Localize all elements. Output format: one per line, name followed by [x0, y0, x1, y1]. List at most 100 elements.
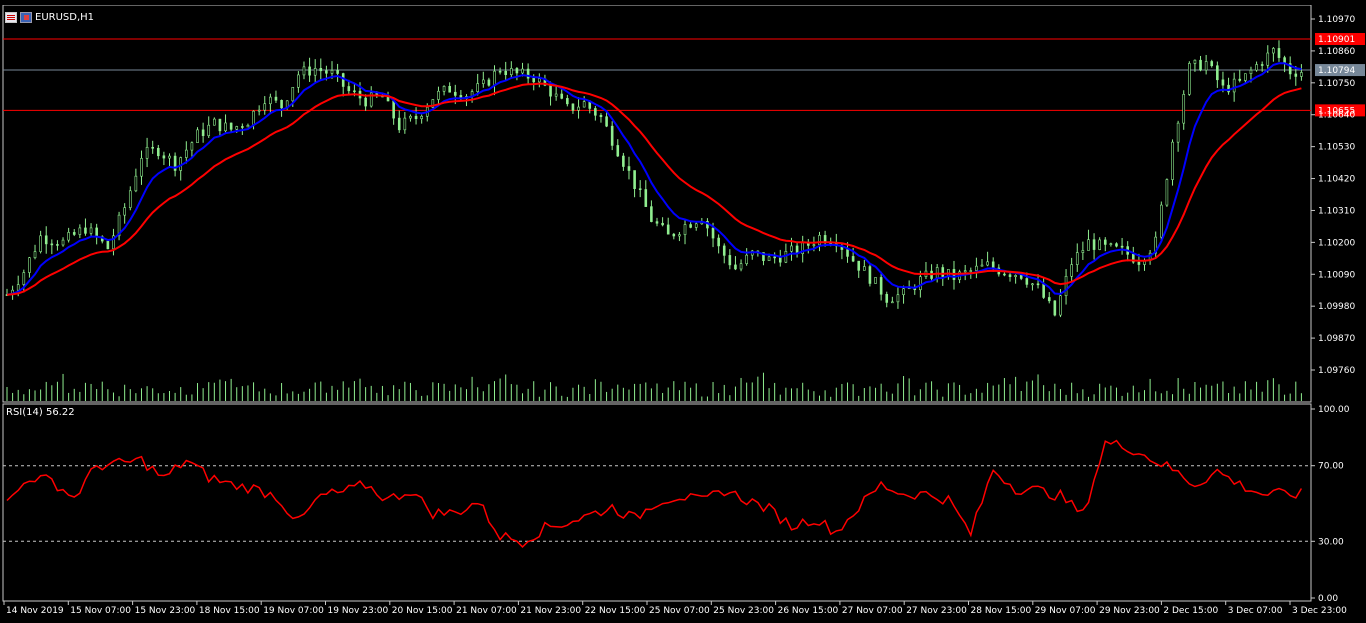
candle-body	[1277, 48, 1281, 58]
symbol-label: EURUSD,H1	[35, 11, 95, 23]
candle-body	[84, 227, 87, 234]
candle-body	[218, 118, 222, 132]
candle-body	[767, 256, 771, 261]
candle-body	[420, 115, 423, 120]
candle-body	[1294, 73, 1298, 77]
background	[0, 0, 1366, 623]
candle-body	[403, 117, 407, 131]
candle-body	[1266, 52, 1270, 66]
candle-body	[857, 260, 861, 271]
candle-body	[224, 122, 227, 132]
candle-body	[190, 142, 194, 151]
candle-body	[257, 109, 261, 112]
time-tick-label: 21 Nov 07:00	[456, 606, 517, 616]
candle-body	[622, 155, 625, 167]
candle-body	[1244, 73, 1247, 81]
candle-body	[554, 93, 558, 97]
candle-body	[1098, 239, 1101, 250]
candle-body	[1300, 72, 1303, 77]
price-tick-label: 1.10090	[1318, 270, 1355, 280]
candle-body	[1025, 278, 1029, 285]
candle-body	[728, 255, 732, 266]
candle-body	[123, 207, 126, 216]
candle-body	[397, 117, 401, 131]
chart-canvas[interactable]: 1.109011.107941.10655 1.109701.108601.10…	[0, 0, 1366, 623]
time-tick-label: 28 Nov 15:00	[971, 606, 1032, 616]
candle-body	[577, 106, 580, 111]
candle-body	[1272, 48, 1275, 54]
time-tick-label: 19 Nov 23:00	[328, 606, 389, 616]
candle-body	[392, 100, 395, 119]
candle-body	[980, 264, 984, 267]
chart-list-icon[interactable]	[5, 11, 17, 23]
candle-body	[891, 301, 894, 304]
time-tick-label: 3 Dec 07:00	[1228, 606, 1283, 616]
candle-body	[661, 222, 664, 226]
candle-body	[846, 249, 849, 257]
price-tick-label: 1.09760	[1318, 366, 1355, 376]
candle-body	[515, 68, 519, 74]
candle-body	[1103, 239, 1107, 245]
candle-body	[1036, 283, 1040, 286]
candle-body	[409, 115, 412, 119]
candle-body	[1255, 64, 1258, 71]
candle-body	[1165, 179, 1169, 206]
candle-body	[773, 256, 776, 259]
candle-body	[56, 244, 59, 246]
price-tick-label: 1.10200	[1318, 238, 1355, 248]
candle-body	[1109, 243, 1113, 245]
time-tick-label: 14 Nov 2019	[6, 606, 64, 616]
candle-body	[185, 149, 188, 158]
candle-body	[627, 166, 631, 171]
candle-body	[196, 129, 199, 143]
candle-body	[1188, 63, 1191, 95]
level-tag-label: 1.10901	[1318, 35, 1355, 45]
candle-body	[683, 224, 687, 235]
time-tick-label: 20 Nov 15:00	[392, 606, 453, 616]
candle-body	[386, 96, 390, 102]
candle-body	[235, 126, 239, 130]
candle-body	[582, 101, 586, 108]
candle-body	[560, 93, 564, 99]
candle-body	[330, 70, 334, 74]
candle-body	[1221, 79, 1225, 86]
candle-body	[1092, 239, 1096, 250]
candle-body	[229, 122, 233, 130]
candle-body	[134, 175, 138, 192]
candle-body	[711, 227, 715, 239]
rsi-tick-label: 30.00	[1318, 537, 1344, 547]
candle-body	[341, 73, 345, 87]
rsi-label: RSI(14) 56.22	[6, 407, 75, 418]
time-tick-label: 19 Nov 07:00	[263, 606, 324, 616]
candle-body	[67, 232, 70, 241]
candle-body	[672, 233, 676, 237]
candle-body	[128, 190, 132, 208]
candle-body	[269, 96, 272, 105]
candle-body	[616, 145, 620, 157]
candle-body	[302, 66, 306, 76]
candle-body	[313, 68, 317, 76]
time-tick-label: 25 Nov 23:00	[713, 606, 774, 616]
candle-body	[818, 235, 821, 246]
chart-window-icon[interactable]	[20, 11, 32, 23]
candle-body	[319, 68, 323, 72]
price-tick-label: 1.09980	[1318, 302, 1355, 312]
candle-body	[481, 79, 485, 84]
candle-body	[33, 251, 37, 259]
candle-body	[325, 70, 328, 74]
candle-body	[510, 68, 513, 75]
candle-body	[874, 277, 877, 284]
rsi-tick-label: 100.00	[1318, 405, 1350, 415]
time-tick-label: 29 Nov 23:00	[1099, 606, 1160, 616]
candle-body	[1008, 274, 1012, 277]
candle-body	[532, 77, 536, 83]
candle-body	[599, 114, 603, 118]
candle-body	[778, 257, 782, 263]
candle-body	[89, 227, 93, 234]
candle-body	[868, 266, 872, 284]
candle-body	[734, 264, 737, 270]
candle-body	[156, 147, 160, 157]
candle-body	[633, 170, 636, 189]
candle-body	[790, 245, 793, 252]
time-tick-label: 15 Nov 07:00	[70, 606, 131, 616]
